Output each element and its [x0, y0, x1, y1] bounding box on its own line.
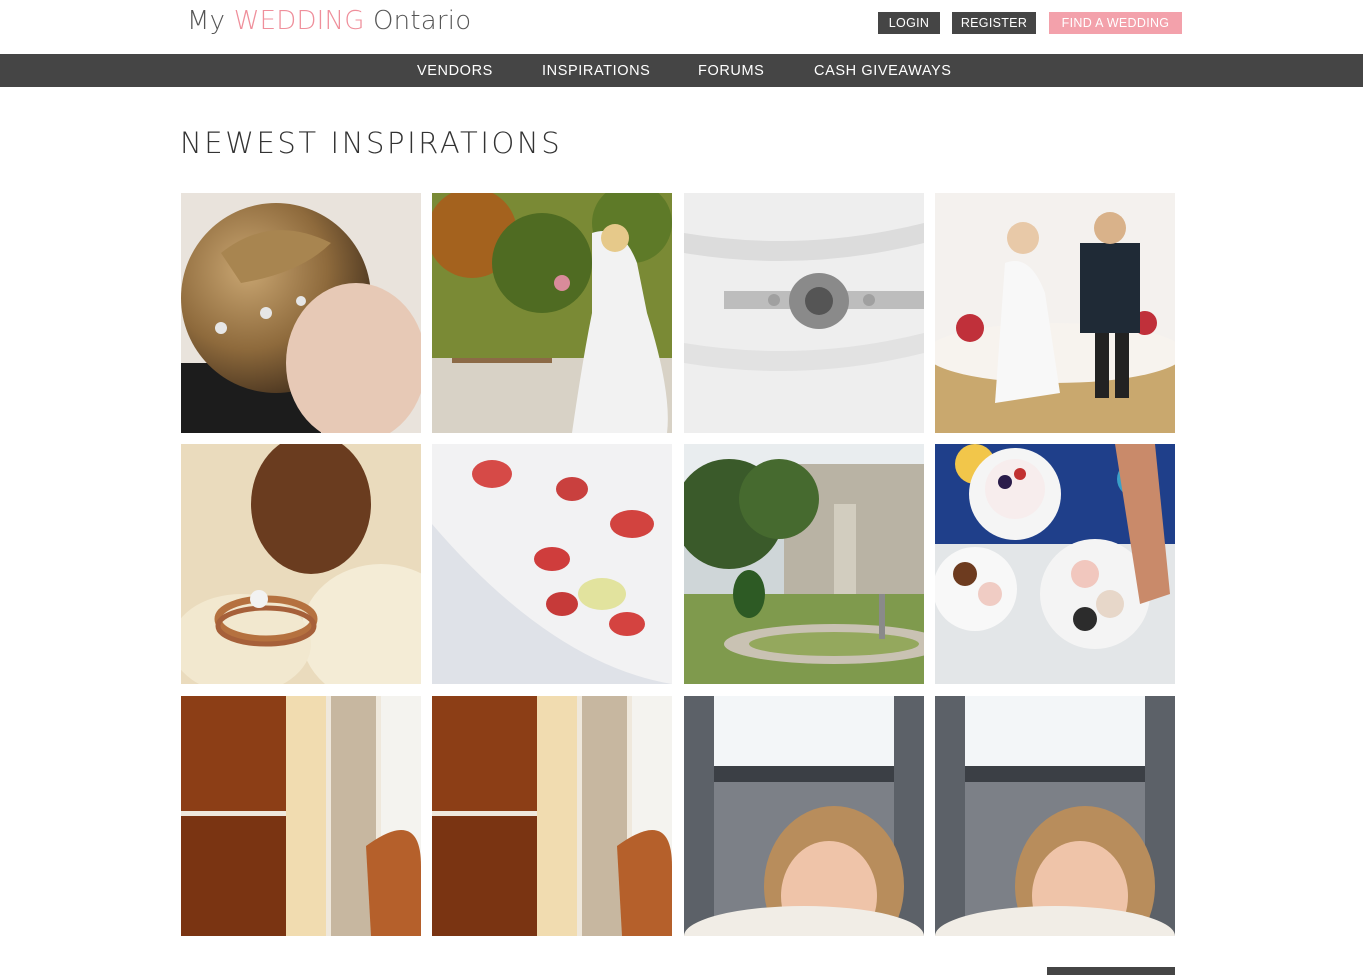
load-more-button[interactable] — [1047, 967, 1175, 975]
nav-item-vendors[interactable]: VENDORS — [417, 54, 493, 87]
login-button[interactable]: LOGIN — [878, 12, 940, 34]
site-logo[interactable]: My WEDDING Ontario — [187, 6, 471, 36]
photo-gown-crystal-belt[interactable] — [684, 193, 924, 433]
logo-accent: WEDDING — [233, 6, 365, 36]
site-header: My WEDDING Ontario LOGIN REGISTER FIND A… — [0, 0, 1363, 54]
photo-bride-hair-updo[interactable] — [181, 193, 421, 433]
photo-selfie-in-car[interactable] — [935, 696, 1175, 936]
photo-selfie-in-car[interactable] — [684, 696, 924, 936]
register-button[interactable]: REGISTER — [952, 12, 1036, 34]
photo-cake-with-petals[interactable] — [432, 444, 672, 684]
photo-wooden-door-dog[interactable] — [432, 696, 672, 936]
photo-estate-garden[interactable] — [684, 444, 924, 684]
photo-cake-topper-couple[interactable] — [935, 193, 1175, 433]
nav-item-forums[interactable]: FORUMS — [698, 54, 764, 87]
logo-suffix: Ontario — [373, 6, 472, 36]
find-wedding-button[interactable]: FIND A WEDDING — [1049, 12, 1182, 34]
photo-bride-in-garden[interactable] — [432, 193, 672, 433]
main-nav: VENDORS INSPIRATIONS FORUMS CASH GIVEAWA… — [0, 54, 1363, 87]
page-title: NEWEST INSPIRATIONS — [180, 126, 563, 160]
photo-desserts-table[interactable] — [935, 444, 1175, 684]
logo-prefix: My — [187, 6, 226, 36]
photo-wooden-door-dog[interactable] — [181, 696, 421, 936]
photo-wedding-rings[interactable] — [181, 444, 421, 684]
nav-item-cash-giveaways[interactable]: CASH GIVEAWAYS — [814, 54, 952, 87]
nav-item-inspirations[interactable]: INSPIRATIONS — [542, 54, 650, 87]
